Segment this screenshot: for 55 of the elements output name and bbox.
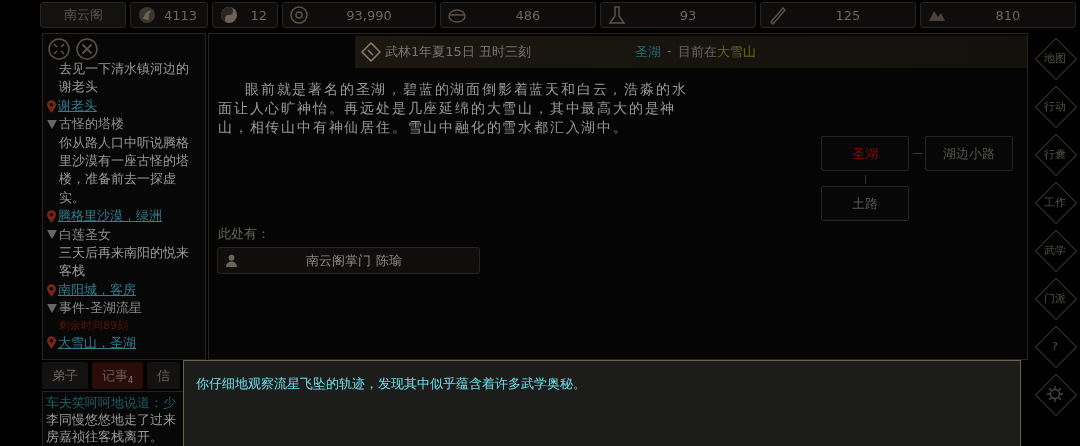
scroll-icon (767, 5, 787, 25)
tab[interactable]: 弟子 (42, 362, 88, 389)
stat-value: 810 (994, 7, 1022, 23)
stat-value: 12 (249, 7, 268, 23)
pin-icon (47, 283, 56, 297)
pin-icon (47, 209, 56, 223)
stat-value: 125 (834, 7, 862, 23)
stat-value: 4113 (162, 7, 198, 23)
expand-arrow-icon[interactable] (47, 230, 57, 240)
quest-description: 三天后再来南阳的悦来客栈 (58, 244, 190, 281)
here-label: 此处有： (218, 225, 271, 243)
connector-line (913, 153, 923, 154)
location-name: 圣湖 (634, 43, 661, 61)
quest-title[interactable]: 白莲圣女 (59, 225, 111, 245)
person-icon (226, 254, 237, 267)
location-prefix: 目前在 (677, 43, 717, 61)
expand-arrow-icon[interactable] (47, 119, 57, 129)
location-link[interactable]: 腾格里沙漠，绿洲 (58, 207, 162, 226)
pin-icon (47, 336, 56, 350)
expand-arrow-icon[interactable] (47, 304, 57, 313)
settings-icon (1046, 385, 1064, 403)
person-button[interactable]: 南云阁掌门 陈瑜 (217, 247, 480, 274)
calendar-icon (361, 42, 381, 62)
count-label: 4 (128, 376, 134, 385)
date-text: 武林1年夏15日 丑时三刻 (385, 43, 531, 61)
description-text: 眼前就是著名的圣湖，碧蓝的湖面倒影着蓝天和白云，浩淼的水面让人心旷神怡。再远处是几座延绵的大雪山，其中最高大的是神山，相传山中有神仙居住。雪山中融化的雪水都汇入湖中。 (218, 80, 689, 137)
location-link[interactable]: 南阳城，客房 (58, 280, 136, 300)
connector-line (865, 175, 866, 184)
location-link[interactable]: 谢老头 (58, 96, 97, 116)
stat-value: 93,990 (345, 7, 393, 23)
quest-title[interactable]: 事件-圣湖流星 (59, 299, 142, 318)
log-line: 房嘉祯往客栈离开。 (46, 428, 164, 445)
flask-icon (607, 5, 627, 25)
map-node[interactable]: 湖边小路 (925, 136, 1013, 171)
pin-icon (47, 99, 56, 113)
log-line: 李同慢悠悠地走了过来 (46, 411, 177, 428)
quest-title[interactable]: 古怪的塔楼 (59, 115, 124, 134)
yin-yang-icon (219, 5, 239, 25)
quest-description: 你从路人口中听说腾格里沙漠有一座古怪的塔楼，准备前去一探虚实。 (58, 133, 190, 207)
stat-value: 93 (678, 7, 698, 23)
dialog-text: 你仔细地观察流星飞坠的轨迹，发现其中似乎蕴含着许多武学奥秘。 (196, 376, 586, 391)
sect-name: 南云阁 (40, 2, 126, 28)
separator-text: - (666, 43, 672, 60)
map-node[interactable]: 圣湖 (821, 136, 909, 171)
tab[interactable]: 信 (147, 362, 181, 389)
location-link[interactable]: 大雪山，圣湖 (58, 333, 136, 353)
stat-value: 486 (514, 7, 542, 23)
coin-icon (289, 5, 309, 25)
region-name: 大雪山 (716, 43, 756, 61)
expand-icon[interactable] (48, 38, 70, 60)
map-node[interactable]: 土路 (821, 186, 909, 221)
log-line: 车夫笑呵呵地说道：少 (46, 394, 177, 411)
time-remaining: 剩余时间89刻 (58, 317, 129, 334)
close-icon[interactable] (76, 38, 98, 60)
quest-description: 去见一下清水镇河边的谢老头 (58, 60, 190, 97)
